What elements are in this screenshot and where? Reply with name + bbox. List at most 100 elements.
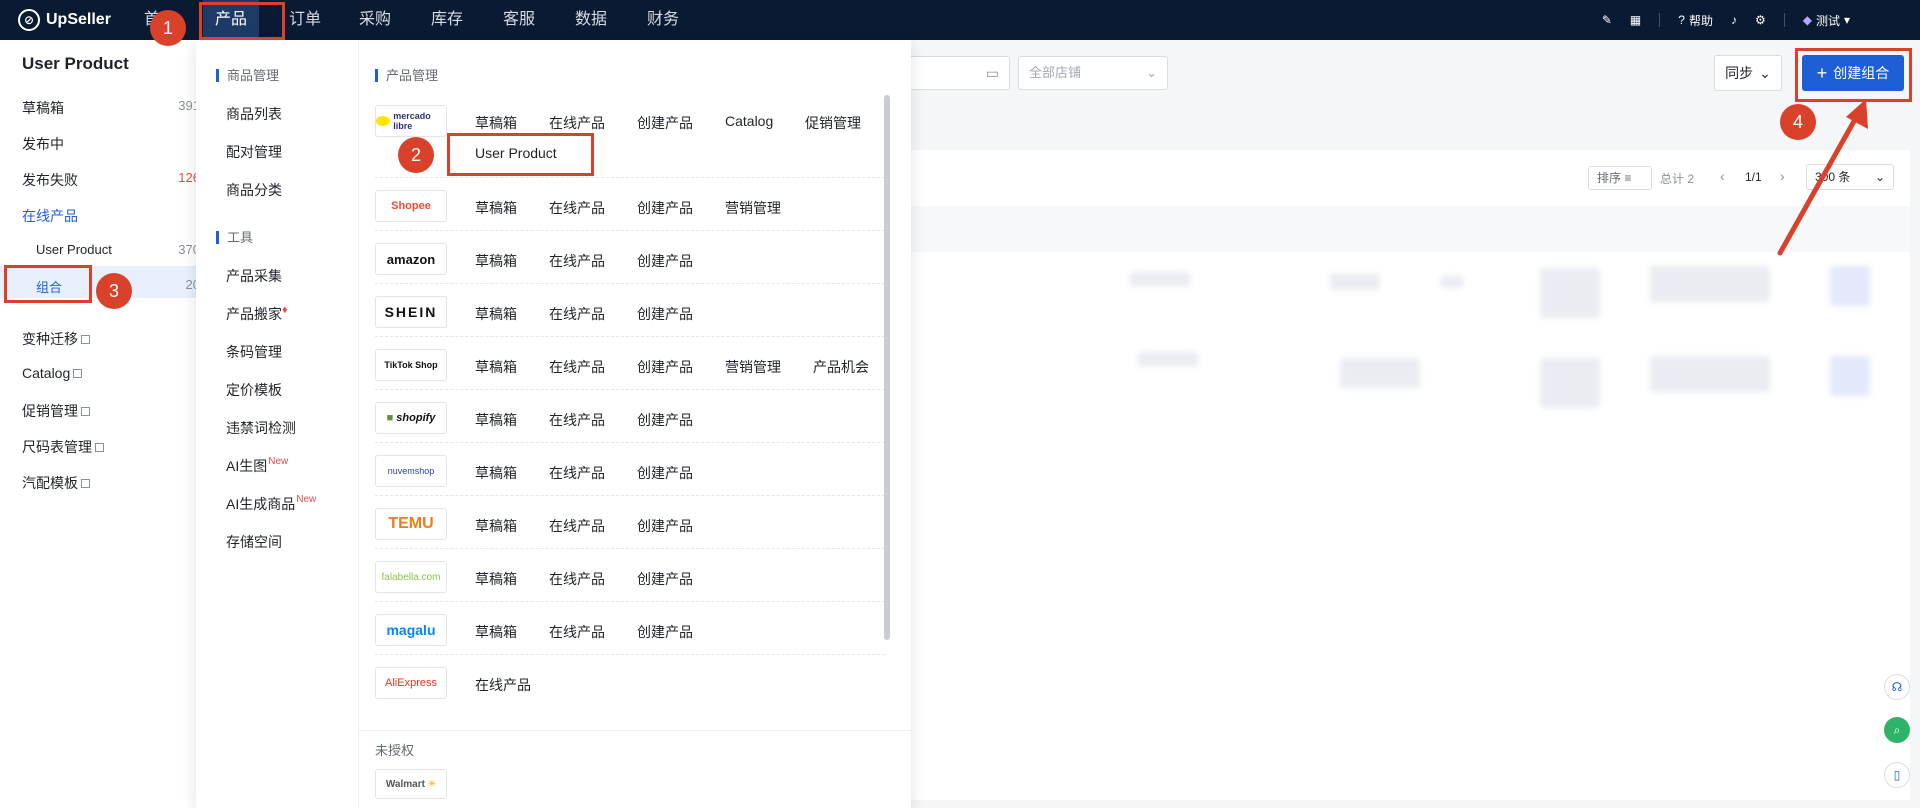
magalu-drafts-link[interactable]: 草稿箱 [475,622,517,642]
magalu-online-link[interactable]: 在线产品 [549,622,605,642]
magalu-create-link[interactable]: 创建产品 [637,622,693,642]
temu-create-link[interactable]: 创建产品 [637,516,693,536]
sync-button[interactable]: 同步 ⌄ [1714,55,1782,91]
bell-icon[interactable]: ♪ [1731,13,1737,27]
menu-item-ai-product[interactable]: AI生成商品New [226,494,316,514]
sidebar-item-drafts[interactable]: 草稿箱 391 [22,98,200,118]
store-select[interactable]: 全部店铺 ⌄ [1018,56,1168,90]
sidebar-item-publishing[interactable]: 发布中 [22,134,64,154]
menu-item-collect[interactable]: 产品采集 [226,266,282,286]
annotation-box-create-combo [1795,48,1912,102]
nav-data[interactable]: 数据 [575,0,607,40]
nuvemshop-create-link[interactable]: 创建产品 [637,463,693,483]
temu-drafts-link[interactable]: 草稿箱 [475,516,517,536]
phone-icon[interactable]: ▯ [1884,762,1910,788]
gear-icon[interactable]: ⚙ [1755,13,1766,27]
nav-customer-service[interactable]: 客服 [503,0,535,40]
shopee-create-link[interactable]: 创建产品 [637,198,693,218]
menu-item-ai-image[interactable]: AI生图New [226,456,288,476]
menu-item-move[interactable]: 产品搬家♦ [226,304,288,324]
falabella-online-link[interactable]: 在线产品 [549,569,605,589]
shopee-online-link[interactable]: 在线产品 [549,198,605,218]
menu-item-barcode[interactable]: 条码管理 [226,342,282,362]
tiktok-marketing-link[interactable]: 营销管理 [725,357,781,377]
shein-drafts-link[interactable]: 草稿箱 [475,304,517,324]
upseller-logo[interactable]: ⊘ UpSeller [18,0,111,40]
date-range-input[interactable]: ▭ [900,56,1010,90]
nav-finance[interactable]: 财务 [647,0,679,40]
aliexpress-online-link[interactable]: 在线产品 [475,675,531,695]
nav-purchase[interactable]: 采购 [359,0,391,40]
shein-logo: SHEIN [375,296,447,328]
nuvemshop-online-link[interactable]: 在线产品 [549,463,605,483]
ml-promotions-link[interactable]: 促销管理 [805,113,861,133]
shopify-drafts-link[interactable]: 草稿箱 [475,410,517,430]
help-button[interactable]: ? 帮助 [1678,12,1713,29]
fire-icon: ♦ [282,304,288,316]
table-row [1650,266,1770,302]
shopee-drafts-link[interactable]: 草稿箱 [475,198,517,218]
logo-text: UpSeller [46,11,111,28]
user-menu[interactable]: ◆ 测试 ▾ [1803,12,1850,29]
apps-grid-icon[interactable]: ▦ [1630,13,1641,27]
headset-icon[interactable]: ☊ [1884,674,1910,700]
table-row [1830,266,1870,306]
annotation-box-user-product [447,133,594,176]
total-count: 总计 2 [1660,172,1695,186]
nav-orders[interactable]: 订单 [289,0,321,40]
divider [359,730,911,731]
platform-row-tiktok: TikTok Shop 草稿箱 在线产品 创建产品 营销管理 产品机会 [375,337,885,390]
falabella-logo: falabella.com [375,561,447,593]
shein-online-link[interactable]: 在线产品 [549,304,605,324]
product-table-card: 排序 ≡ 总计 2 ‹ 1/1 › 300 条 ⌄ [900,150,1910,800]
ml-online-link[interactable]: 在线产品 [549,113,605,133]
sort-button[interactable]: 排序 ≡ [1588,166,1652,190]
sidebar-item-online[interactable]: 在线产品 [22,206,78,226]
annotation-number: 1 [150,10,186,46]
menu-item-category[interactable]: 商品分类 [226,180,282,200]
menu-item-banned-words[interactable]: 违禁词检测 [226,418,296,438]
tiktok-online-link[interactable]: 在线产品 [549,357,605,377]
sidebar-item-failed[interactable]: 发布失败 126 [22,170,200,190]
ml-catalog-link[interactable]: Catalog [725,113,773,129]
menu-item-storage[interactable]: 存储空间 [226,532,282,552]
shopify-bag-icon: ■ [386,412,394,424]
temu-online-link[interactable]: 在线产品 [549,516,605,536]
amazon-drafts-link[interactable]: 草稿箱 [475,251,517,271]
logo-text: TEMU [388,515,434,532]
falabella-create-link[interactable]: 创建产品 [637,569,693,589]
ml-create-link[interactable]: 创建产品 [637,113,693,133]
shopee-marketing-link[interactable]: 营销管理 [725,198,781,218]
sidebar-item-user-product[interactable]: User Product 370 [36,242,200,257]
shopify-create-link[interactable]: 创建产品 [637,410,693,430]
nuvemshop-drafts-link[interactable]: 草稿箱 [475,463,517,483]
ml-drafts-link[interactable]: 草稿箱 [475,113,517,133]
nav-inventory[interactable]: 库存 [431,0,463,40]
sidebar-item-catalog[interactable]: Catalog [22,365,83,381]
section-title-tools: 工具 [216,231,253,244]
menu-item-pricing-template[interactable]: 定价模板 [226,380,282,400]
falabella-drafts-link[interactable]: 草稿箱 [475,569,517,589]
sidebar-item-variant-migration[interactable]: 变种迁移 [22,329,90,349]
table-row [1540,268,1600,318]
search-icon[interactable]: ⌕ [1884,717,1910,743]
amazon-create-link[interactable]: 创建产品 [637,251,693,271]
tiktok-create-link[interactable]: 创建产品 [637,357,693,377]
section-title-product-mgmt: 商品管理 [216,69,279,82]
tiktok-drafts-link[interactable]: 草稿箱 [475,357,517,377]
table-row [1138,352,1198,366]
menu-scrollbar[interactable] [884,95,890,640]
amazon-online-link[interactable]: 在线产品 [549,251,605,271]
menu-item-product-list[interactable]: 商品列表 [226,104,282,124]
shein-create-link[interactable]: 创建产品 [637,304,693,324]
external-link-icon [73,369,83,378]
sidebar-item-promotions[interactable]: 促销管理 [22,401,90,421]
wrench-icon[interactable]: ✎ [1602,13,1612,27]
sidebar-item-size-chart[interactable]: 尺码表管理 [22,437,104,457]
sidebar-item-auto-parts[interactable]: 汽配模板 [22,473,90,493]
prev-page-icon[interactable]: ‹ [1720,168,1725,184]
menu-item-pairing[interactable]: 配对管理 [226,142,282,162]
shopify-online-link[interactable]: 在线产品 [549,410,605,430]
tiktok-opportunity-link[interactable]: 产品机会 [813,357,869,377]
menu-item-label: 产品搬家 [226,306,282,322]
